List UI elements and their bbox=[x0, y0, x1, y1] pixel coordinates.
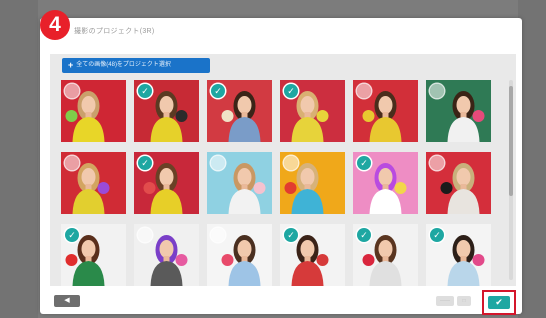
dialog-title: 撮影のプロジェクト(3R) bbox=[74, 28, 155, 35]
scrollbar-thumb[interactable] bbox=[509, 86, 513, 196]
photo-prop bbox=[175, 110, 188, 122]
photo-prop bbox=[253, 182, 266, 194]
selected-check-icon[interactable]: ✓ bbox=[430, 228, 444, 242]
photo-tile[interactable]: ✓ bbox=[280, 224, 345, 286]
person-face bbox=[159, 240, 174, 258]
photo-tile[interactable]: ✓ bbox=[61, 80, 126, 142]
back-button[interactable]: ◀ bbox=[54, 295, 80, 307]
photo-tile[interactable]: ✓ bbox=[207, 224, 272, 286]
photo-tile[interactable]: ✓ bbox=[426, 152, 491, 214]
person-face bbox=[456, 168, 471, 186]
background-left-panel bbox=[0, 0, 38, 318]
photo-tile[interactable]: ✓ bbox=[426, 80, 491, 142]
photo-tile[interactable]: ✓ bbox=[353, 224, 418, 286]
person-face bbox=[81, 240, 96, 258]
photo-tile[interactable]: ✓ bbox=[134, 152, 199, 214]
photo-tile[interactable]: ✓ bbox=[353, 80, 418, 142]
selected-check-icon[interactable]: ✓ bbox=[357, 228, 371, 242]
person-face bbox=[300, 168, 315, 186]
scrollbar[interactable] bbox=[509, 80, 513, 280]
photo-prop bbox=[472, 254, 485, 266]
option-button-b[interactable]: □ bbox=[457, 296, 471, 306]
step-number-badge: 4 bbox=[40, 10, 70, 40]
photo-prop bbox=[221, 110, 234, 122]
unselected-check-icon[interactable]: ✓ bbox=[430, 156, 444, 170]
unselected-check-icon[interactable]: ✓ bbox=[284, 156, 298, 170]
person-face bbox=[159, 168, 174, 186]
photo-tile[interactable]: ✓ bbox=[207, 80, 272, 142]
person-face bbox=[378, 168, 393, 186]
option-button-a[interactable]: ―― bbox=[436, 296, 454, 306]
unselected-check-icon[interactable]: ✓ bbox=[357, 84, 371, 98]
person-face bbox=[159, 96, 174, 114]
photo-prop bbox=[440, 182, 453, 194]
photo-prop bbox=[221, 254, 234, 266]
photo-prop bbox=[362, 254, 375, 266]
back-arrow-icon: ◀ bbox=[64, 297, 70, 304]
photo-prop bbox=[65, 254, 78, 266]
plus-icon: + bbox=[68, 60, 74, 70]
selected-check-icon[interactable]: ✓ bbox=[65, 228, 79, 242]
person-face bbox=[378, 96, 393, 114]
person-face bbox=[456, 96, 471, 114]
selected-check-icon[interactable]: ✓ bbox=[357, 156, 371, 170]
photo-prop bbox=[316, 110, 329, 122]
person-face bbox=[237, 96, 252, 114]
background-right-panel bbox=[518, 0, 546, 318]
photo-grid: ✓ ✓ ✓ ✓ ✓ ✓ ✓ ✓ ✓ ✓ ✓ ✓ ✓ ✓ ✓ ✓ ✓ ✓ bbox=[61, 80, 491, 286]
select-all-label: 全ての画像(48)をプロジェクト選択 bbox=[76, 62, 171, 68]
selected-check-icon[interactable]: ✓ bbox=[284, 84, 298, 98]
photo-tile[interactable]: ✓ bbox=[61, 152, 126, 214]
unselected-check-icon[interactable]: ✓ bbox=[65, 84, 79, 98]
selected-check-icon[interactable]: ✓ bbox=[211, 84, 225, 98]
unselected-check-icon[interactable]: ✓ bbox=[138, 228, 152, 242]
unselected-check-icon[interactable]: ✓ bbox=[65, 156, 79, 170]
photo-tile[interactable]: ✓ bbox=[353, 152, 418, 214]
photo-tile[interactable]: ✓ bbox=[280, 80, 345, 142]
photo-prop bbox=[316, 254, 329, 266]
photo-prop bbox=[175, 254, 188, 266]
select-all-button[interactable]: + 全ての画像(48)をプロジェクト選択 bbox=[62, 58, 210, 73]
unselected-check-icon[interactable]: ✓ bbox=[211, 228, 225, 242]
photo-prop bbox=[65, 110, 78, 122]
person-face bbox=[81, 96, 96, 114]
person-face bbox=[378, 240, 393, 258]
photo-prop bbox=[394, 182, 407, 194]
person-face bbox=[300, 96, 315, 114]
person-face bbox=[456, 240, 471, 258]
photo-content-area: + 全ての画像(48)をプロジェクト選択 ✓ ✓ ✓ ✓ ✓ ✓ ✓ ✓ ✓ ✓ ✓ ✓ ✓ ✓ ✓ ✓ ✓ ✓ bbox=[50, 54, 516, 286]
photo-prop bbox=[284, 182, 297, 194]
photo-tile[interactable]: ✓ bbox=[207, 152, 272, 214]
unselected-check-icon[interactable]: ✓ bbox=[211, 156, 225, 170]
confirm-button[interactable]: ✔ bbox=[488, 296, 510, 309]
selected-check-icon[interactable]: ✓ bbox=[138, 84, 152, 98]
selected-check-icon[interactable]: ✓ bbox=[284, 228, 298, 242]
photo-prop bbox=[97, 182, 110, 194]
confirm-button-highlight: ✔ bbox=[482, 290, 516, 315]
photo-prop bbox=[143, 182, 156, 194]
person-face bbox=[237, 168, 252, 186]
person-face bbox=[237, 240, 252, 258]
photo-tile[interactable]: ✓ bbox=[134, 224, 199, 286]
photo-tile[interactable]: ✓ bbox=[134, 80, 199, 142]
photo-selection-dialog: 撮影のプロジェクト(3R) + 全ての画像(48)をプロジェクト選択 ✓ ✓ ✓ ✓ ✓… bbox=[40, 18, 522, 315]
unselected-check-icon[interactable]: ✓ bbox=[430, 84, 444, 98]
check-icon: ✔ bbox=[495, 297, 503, 307]
photo-prop bbox=[362, 110, 375, 122]
selected-check-icon[interactable]: ✓ bbox=[138, 156, 152, 170]
person-face bbox=[300, 240, 315, 258]
photo-tile[interactable]: ✓ bbox=[426, 224, 491, 286]
photo-tile[interactable]: ✓ bbox=[280, 152, 345, 214]
photo-prop bbox=[472, 110, 485, 122]
photo-tile[interactable]: ✓ bbox=[61, 224, 126, 286]
person-face bbox=[81, 168, 96, 186]
